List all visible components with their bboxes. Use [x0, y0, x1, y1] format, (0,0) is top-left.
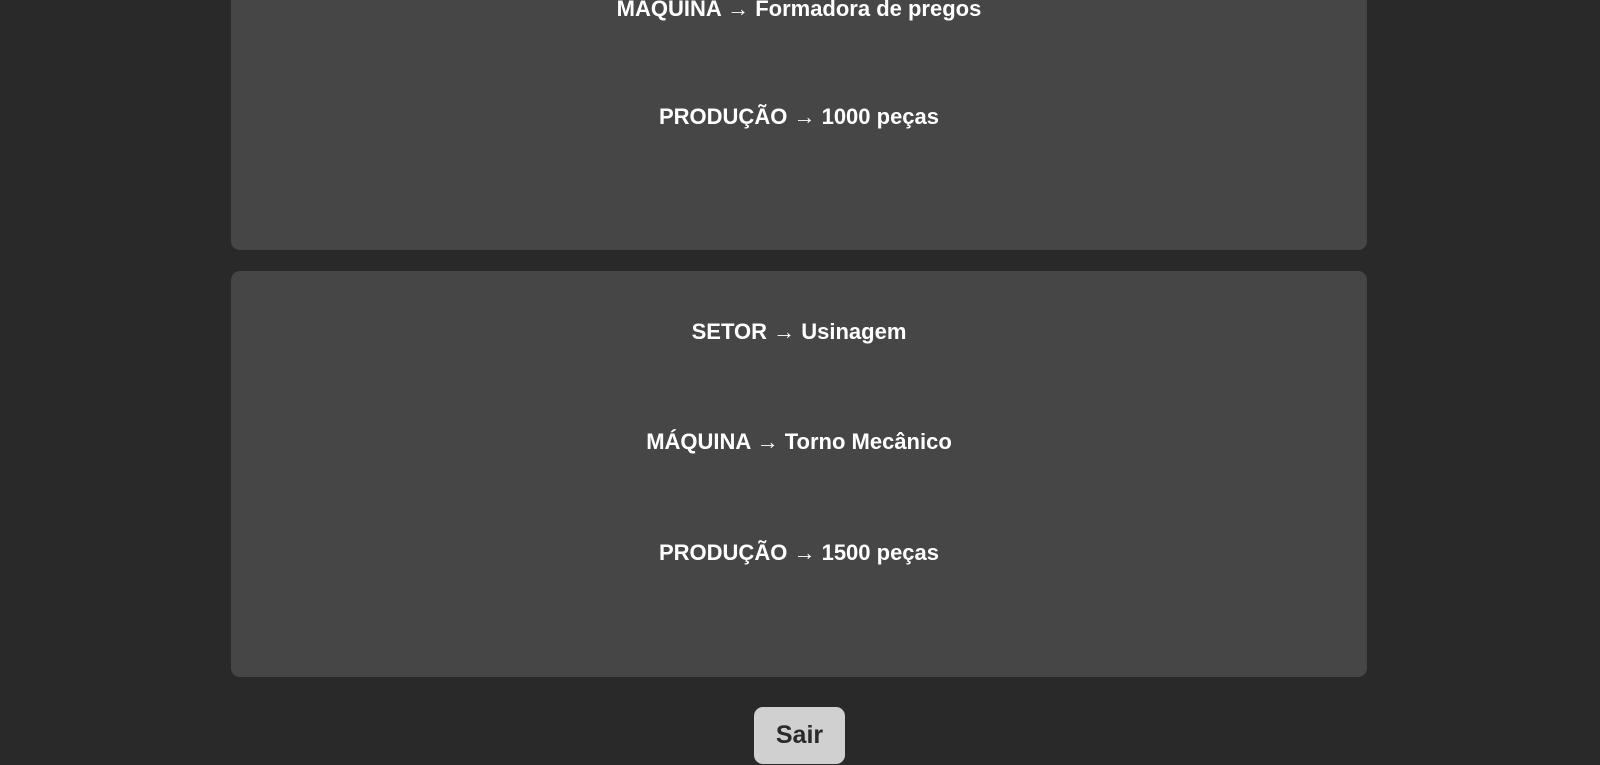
production-line: PRODUÇÃO → 1500 peças	[231, 540, 1367, 566]
production-value: 1500 peças	[821, 540, 940, 565]
arrow-icon: →	[727, 0, 750, 21]
arrow-icon: →	[756, 429, 779, 454]
sector-line: SETOR → Usinagem	[231, 319, 1367, 345]
machine-line: MÁQUINA → Torno Mecânico	[231, 429, 1367, 455]
production-value: 1000 peças	[821, 104, 940, 129]
production-label: PRODUÇÃO	[658, 104, 788, 129]
production-line: PRODUÇÃO → 1000 peças	[231, 104, 1367, 130]
machine-value: Formadora de pregos	[755, 0, 982, 21]
arrow-icon: →	[793, 104, 816, 129]
sector-value: Usinagem	[801, 319, 907, 344]
machine-value: Torno Mecânico	[784, 429, 952, 454]
sector-label: SETOR	[691, 319, 767, 344]
machine-line: MÁQUINA → Formadora de pregos	[231, 0, 1367, 22]
machine-label: MÁQUINA	[646, 429, 751, 454]
exit-button[interactable]: Sair	[754, 707, 845, 764]
record-card-usinagem: SETOR → Usinagem MÁQUINA → Torno Mecânic…	[231, 271, 1367, 677]
production-label: PRODUÇÃO	[658, 540, 788, 565]
arrow-icon: →	[793, 540, 816, 565]
arrow-icon: →	[773, 319, 796, 344]
page: MÁQUINA → Formadora de pregos PRODUÇÃO →…	[0, 0, 1600, 765]
machine-label: MÁQUINA	[616, 0, 721, 21]
record-card-formadora: MÁQUINA → Formadora de pregos PRODUÇÃO →…	[231, 0, 1367, 250]
